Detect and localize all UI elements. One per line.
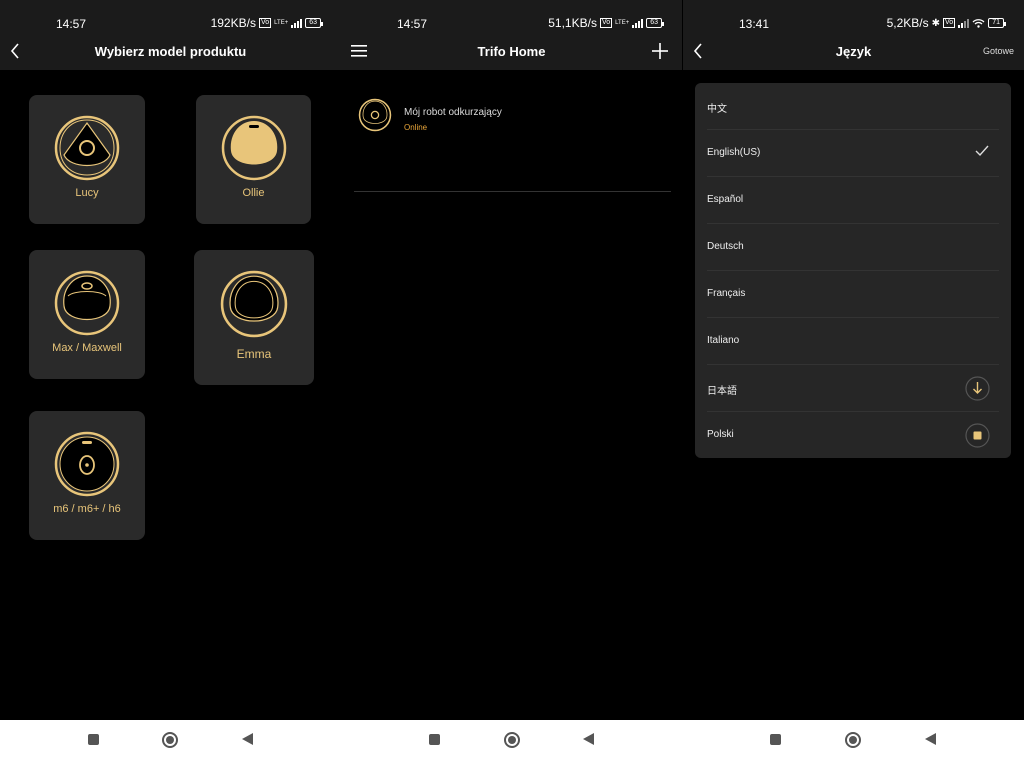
model-card-lucy[interactable]: Lucy <box>29 95 145 224</box>
status-time: 13:41 <box>739 17 770 31</box>
status-bar: 14:57 51,1KB/s Vo LTE+ 63 <box>341 0 682 40</box>
download-icon[interactable] <box>965 376 990 401</box>
device-list-item[interactable]: Mój robot odkurzający Online <box>354 98 671 192</box>
robot-lucy-icon <box>54 115 120 181</box>
status-bar: 14:57 192KB/s Vo LTE+ 63 <box>0 0 341 40</box>
network-speed: 5,2KB/s <box>886 16 929 30</box>
language-option-de[interactable]: Deutsch <box>695 224 1011 271</box>
page-title: Wybierz model produktu <box>94 44 247 59</box>
volte-icon: Vo <box>943 18 956 28</box>
battery-icon: 63 <box>646 18 664 28</box>
battery-icon: 63 <box>305 18 323 28</box>
robot-emma-icon <box>220 270 288 338</box>
language-label: Italiano <box>707 335 740 346</box>
back-icon[interactable] <box>242 733 253 745</box>
language-option-es[interactable]: Español <box>695 177 1011 224</box>
signal-icon <box>958 18 970 28</box>
signal-icon <box>291 18 303 28</box>
network-speed: 192KB/s <box>210 16 256 30</box>
robot-m6-icon <box>54 431 120 497</box>
language-label: 日本語 <box>707 386 737 397</box>
app-bar: Wybierz model produktu <box>0 40 341 70</box>
home-icon[interactable] <box>845 732 861 748</box>
home-screen: 14:57 51,1KB/s Vo LTE+ 63 Trifo Home Mój… <box>341 0 682 720</box>
stop-icon[interactable] <box>965 423 990 448</box>
language-option-zh[interactable]: 中文 <box>695 83 1011 130</box>
device-name: Mój robot odkurzający <box>404 107 502 118</box>
battery-icon: 71 <box>988 18 1006 28</box>
language-label: Polski <box>707 429 734 440</box>
model-label: m6 / m6+ / h6 <box>53 503 121 515</box>
model-card-ollie[interactable]: Ollie <box>196 95 311 224</box>
home-icon[interactable] <box>162 732 178 748</box>
device-status: Online <box>404 123 428 132</box>
recents-icon[interactable] <box>770 734 781 745</box>
status-time: 14:57 <box>397 17 428 31</box>
network-speed: 51,1KB/s <box>548 16 597 30</box>
language-label: 中文 <box>707 104 727 115</box>
status-bar: 13:41 5,2KB/s ✱ Vo 71 <box>683 0 1024 40</box>
language-label: Deutsch <box>707 241 744 252</box>
model-label: Max / Maxwell <box>52 342 122 354</box>
recents-icon[interactable] <box>88 734 99 745</box>
app-bar: Trifo Home <box>341 40 682 70</box>
done-button[interactable]: Gotowe <box>983 46 1014 56</box>
wifi-icon <box>972 19 985 28</box>
language-option-it[interactable]: Italiano <box>695 318 1011 365</box>
network-type: LTE+ <box>615 20 630 26</box>
language-screen: 13:41 5,2KB/s ✱ Vo 71 Język Gotowe 中文 En… <box>683 0 1024 720</box>
model-label: Lucy <box>75 187 99 199</box>
volte-icon: Vo <box>258 18 272 28</box>
system-nav-bar <box>0 720 1024 759</box>
model-label: Emma <box>236 347 272 361</box>
network-type: LTE+ <box>274 20 289 26</box>
language-label: Français <box>707 288 746 299</box>
robot-max-icon <box>54 270 120 336</box>
status-time: 14:57 <box>56 17 87 31</box>
language-option-fr[interactable]: Français <box>695 271 1011 318</box>
page-title: Język <box>835 44 872 59</box>
model-select-screen: 14:57 192KB/s Vo LTE+ 63 Wybierz model p… <box>0 0 341 720</box>
language-list: 中文 English(US) Español Deutsch Français … <box>695 83 1011 458</box>
language-option-ja[interactable]: 日本語 <box>695 365 1011 412</box>
app-bar: Język Gotowe <box>683 40 1024 70</box>
model-card-m6[interactable]: m6 / m6+ / h6 <box>29 411 145 540</box>
page-title: Trifo Home <box>477 44 546 59</box>
language-option-pl[interactable]: Polski <box>695 412 1011 459</box>
language-label: Español <box>707 194 744 205</box>
recents-icon[interactable] <box>429 734 440 745</box>
robot-ollie-icon <box>221 115 287 181</box>
model-label: Ollie <box>242 187 265 199</box>
back-icon[interactable] <box>925 733 936 745</box>
model-card-max[interactable]: Max / Maxwell <box>29 250 145 379</box>
language-label: English(US) <box>707 147 761 158</box>
home-icon[interactable] <box>504 732 520 748</box>
back-icon[interactable] <box>583 733 594 745</box>
robot-vacuum-icon <box>358 98 392 132</box>
model-card-emma[interactable]: Emma <box>194 250 314 385</box>
language-option-en[interactable]: English(US) <box>695 130 1011 177</box>
signal-icon <box>632 18 644 28</box>
add-icon[interactable] <box>652 43 668 59</box>
volte-icon: Vo <box>599 18 613 28</box>
bluetooth-icon: ✱ <box>931 17 941 29</box>
check-icon <box>975 145 989 157</box>
